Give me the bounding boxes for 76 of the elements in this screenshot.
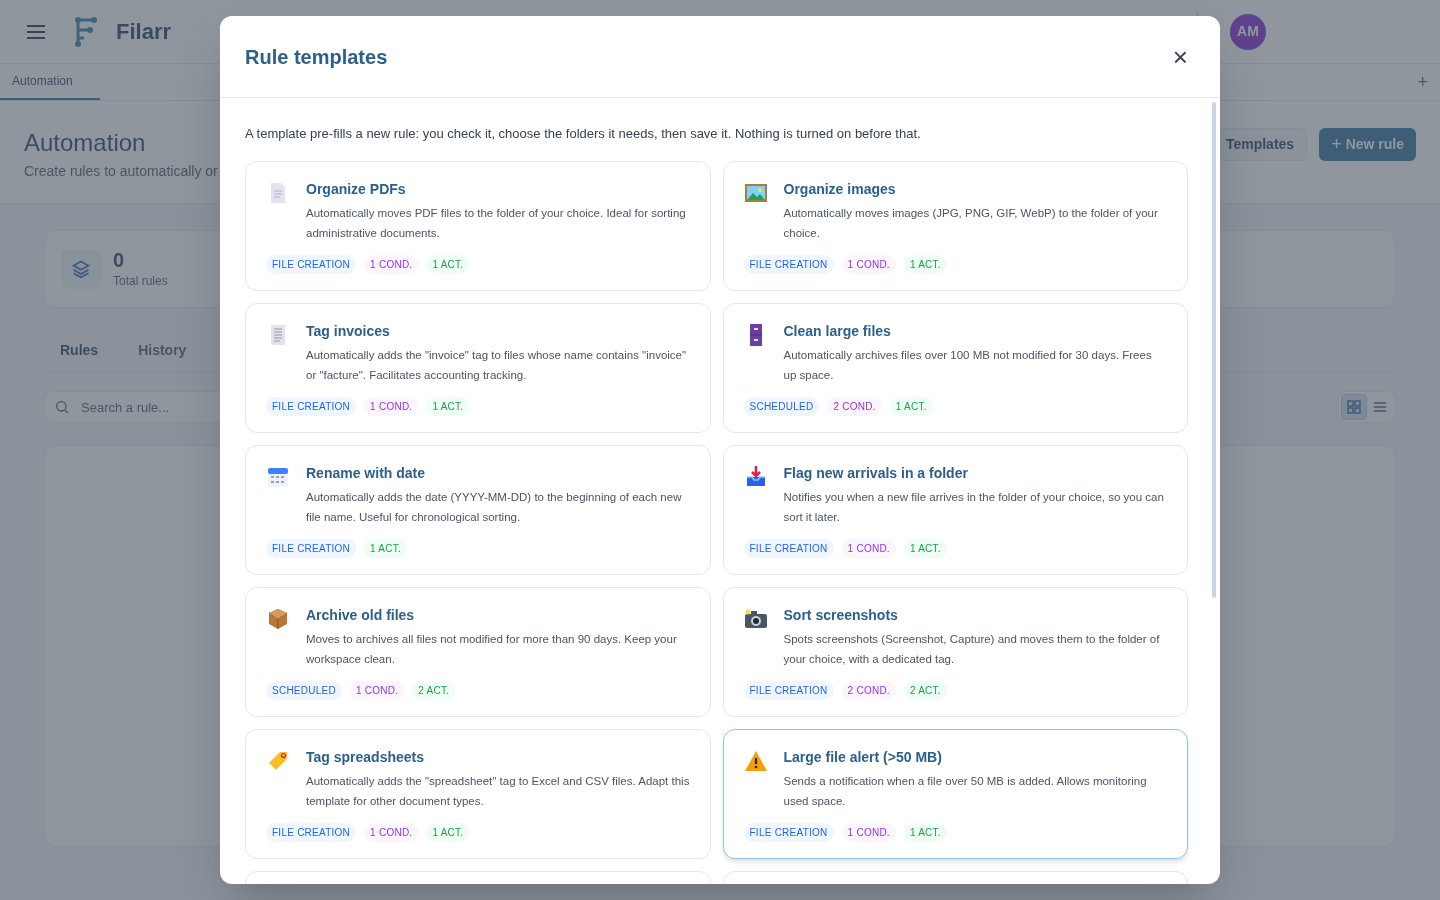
template-description: Notifies you when a new file arrives in the folder of your choice, so you can sort it later. [783,489,1165,525]
template-card[interactable]: Tag invoices Automatically adds the "invoice" tag to files whose name contains "invoice" or "facture". Facilitates accounting tracking. FILE CREATION 1 COND. 1 ACT. [245,302,711,433]
trigger-badge: FILE CREATION [266,538,357,558]
actions-badge: 1 ACT. [903,254,947,274]
actions-badge: 1 ACT. [426,254,470,274]
scrollbar[interactable] [1212,102,1216,598]
stat-value: 0 [113,248,126,272]
package-icon [266,606,290,631]
conditions-badge: 1 COND. [349,680,405,700]
intro-text: A template pre-fills a new rule: you check it, choose the folders it needs, then save it. Nothing is turned on before that. [245,125,922,143]
conditions-badge: 1 COND. [364,396,419,416]
actions-badge: 1 ACT. [903,822,947,842]
actions-badge: 1 ACT. [889,396,933,416]
template-title: Flag new arrivals in a folder [783,463,969,483]
template-description: Sends a notification when a file over 50 MB is added. Allows monitoring used space. [783,773,1148,809]
page-subtitle: Create rules to automatically or [24,162,218,181]
template-description: Moves to archives all files not modified for more than 90 days. Keep your workspace clean. [306,631,678,667]
template-title: Clean large files [783,321,892,341]
trigger-badge: FILE CREATION [743,680,834,700]
template-title: Rename with date [306,463,427,483]
trigger-badge: FILE CREATION [266,396,357,416]
trigger-badge: FILE CREATION [266,822,357,842]
template-description: Automatically archives files over 100 MB not modified for 30 days. Frees up space. [783,347,1153,383]
close-button[interactable]: × [1172,43,1188,70]
template-description: Automatically adds the date (YYYY-MM-DD) to the beginning of each new file name. Useful for chronological sorting. [306,489,683,525]
conditions-badge: 1 COND. [364,254,419,274]
page-title: Automation [24,128,147,158]
trigger-badge: FILE CREATION [743,254,834,274]
template-description: Automatically moves images (JPG, PNG, GIF, WebP) to the folder of your choice. [783,205,1159,241]
actions-badge: 1 ACT. [364,538,408,558]
template-card[interactable]: Flag new arrivals in a folder Notifies you when a new file arrives in the folder of your choice, so you can sort it later. FILE CREATION 1 COND. 1 ACT. [722,444,1188,575]
trigger-badge: SCHEDULED [743,396,820,416]
template-title: Tag invoices [306,321,391,341]
conditions-badge: 2 COND. [827,396,882,416]
template-title: Organize images [783,179,897,199]
grid-icon [1346,399,1362,415]
trigger-badge: FILE CREATION [743,822,834,842]
actions-badge: 1 ACT. [426,396,470,416]
template-card[interactable]: Rename with date Automatically adds the date (YYYY-MM-DD) to the beginning of each new file name. Useful for chronological sorting. FILE CREATION 1 ACT. [245,444,711,575]
template-card[interactable]: Organize PDFs Automatically moves PDF files to the folder of your choice. Ideal for sorting administrative documents. FILE CREATION 1 COND. 1 ACT. [245,160,711,291]
conditions-badge: 1 COND. [841,538,896,558]
trigger-badge: FILE CREATION [743,538,834,558]
template-title: Organize PDFs [306,179,407,199]
trigger-badge: FILE CREATION [266,254,357,274]
template-card[interactable]: Sort screenshots Spots screenshots (Screenshot, Capture) and moves them to the folder of your choice, with a dedicated tag. FILE CREATION 2 COND. 2 ACT. [722,586,1188,717]
template-description: Automatically adds the "spreadsheet" tag to Excel and CSV files. Adapt this template for other document types. [306,773,690,809]
template-title: Sort screenshots [783,605,899,625]
template-description: Automatically adds the "invoice" tag to files whose name contains "invoice" or "facture". Facilitates accounting tracking. [306,347,688,383]
template-title: Large file alert (>50 MB) [783,747,943,767]
grid-view-button[interactable] [1341,394,1367,420]
template-card[interactable]: Clean large files Automatically archives files over 100 MB not modified for 30 days. Frees up space. SCHEDULED 2 COND. 1 ACT. [722,302,1188,433]
plus-icon: + [1331,131,1342,158]
actions-badge: 2 ACT. [412,680,456,700]
template-title: Archive old files [306,605,416,625]
conditions-badge: 1 COND. [841,822,896,842]
app-name: Filarr [116,18,172,46]
conditions-badge: 1 COND. [841,254,896,274]
conditions-badge: 2 COND. [841,680,896,700]
conditions-badge: 1 COND. [364,822,419,842]
layers-icon [61,249,101,289]
stat-label: Total rules [113,273,168,290]
template-card[interactable]: Archive old files Moves to archives all files not modified for more than 90 days. Keep your workspace clean. SCHEDULED 1 COND. 2 ACT. [245,586,711,717]
actions-badge: 1 ACT. [903,538,947,558]
search-icon [54,399,70,415]
template-description: Spots screenshots (Screenshot, Capture) and moves them to the folder of your choice, with a dedicated tag. [783,631,1161,667]
template-card[interactable]: Large file alert (>50 MB) Sends a notification when a file over 50 MB is added. Allows monitoring used space. FILE CREATION 1 COND. 1 ACT. [722,728,1188,859]
actions-badge: 1 ACT. [426,822,470,842]
template-card[interactable]: Organize images Automatically moves images (JPG, PNG, GIF, WebP) to the folder of your choice. FILE CREATION 1 COND. 1 ACT. [722,160,1188,291]
actions-badge: 2 ACT. [903,680,947,700]
trigger-badge: SCHEDULED [266,680,342,700]
template-description: Automatically moves PDF files to the folder of your choice. Ideal for sorting administrative documents. [306,205,687,241]
logo-icon [72,15,100,48]
dialog-title: Rule templates [245,44,388,70]
template-card[interactable]: Tag spreadsheets Automatically adds the "spreadsheet" tag to Excel and CSV files. Adapt this template for other document types. FILE CREATION 1 COND. 1 ACT. [245,728,711,859]
list-icon [1372,399,1388,415]
template-title: Tag spreadsheets [306,747,425,767]
